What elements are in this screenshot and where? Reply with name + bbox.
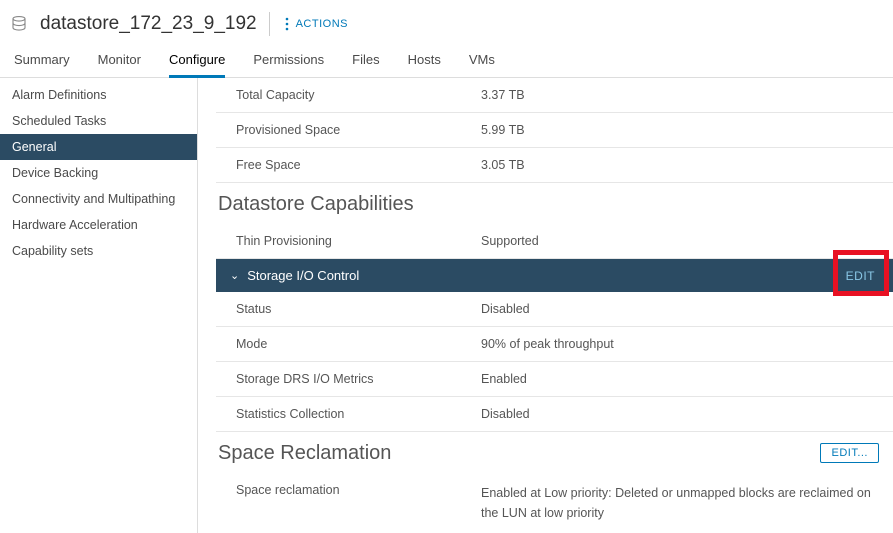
- row-value: 90% of peak throughput: [481, 337, 893, 351]
- table-row: Thin Provisioning Supported: [216, 224, 893, 259]
- sidebar-item-capability-sets[interactable]: Capability sets: [0, 238, 197, 264]
- row-label: Free Space: [216, 158, 481, 172]
- row-value: Supported: [481, 234, 893, 248]
- content-pane: Total Capacity 3.37 TB Provisioned Space…: [198, 78, 893, 533]
- actions-menu[interactable]: ACTIONS: [282, 17, 348, 31]
- row-label: Provisioned Space: [216, 123, 481, 137]
- sidebar-item-alarm-definitions[interactable]: Alarm Definitions: [0, 82, 197, 108]
- row-value: Enabled: [481, 372, 893, 386]
- sidebar: Alarm Definitions Scheduled Tasks Genera…: [0, 78, 198, 533]
- section-title-capabilities: Datastore Capabilities: [216, 183, 893, 224]
- row-label: Total Capacity: [216, 88, 481, 102]
- actions-label: ACTIONS: [296, 18, 348, 30]
- sidebar-item-device-backing[interactable]: Device Backing: [0, 160, 197, 186]
- tab-files[interactable]: Files: [352, 44, 379, 77]
- row-label: Status: [216, 302, 481, 316]
- row-label: Storage DRS I/O Metrics: [216, 372, 481, 386]
- chevron-down-icon: ⌄: [230, 269, 239, 282]
- page-title: datastore_172_23_9_192: [40, 13, 257, 35]
- table-row: Statistics Collection Disabled: [216, 397, 893, 432]
- sidebar-item-scheduled-tasks[interactable]: Scheduled Tasks: [0, 108, 197, 134]
- table-row: Total Capacity 3.37 TB: [216, 78, 893, 113]
- row-value: 3.05 TB: [481, 158, 893, 172]
- row-value: Disabled: [481, 407, 893, 421]
- tab-bar: Summary Monitor Configure Permissions Fi…: [0, 44, 893, 78]
- row-label: Statistics Collection: [216, 407, 481, 421]
- row-value: 5.99 TB: [481, 123, 893, 137]
- table-row: Provisioned Space 5.99 TB: [216, 113, 893, 148]
- tab-monitor[interactable]: Monitor: [98, 44, 141, 77]
- tab-configure[interactable]: Configure: [169, 44, 225, 77]
- page-header: datastore_172_23_9_192 ACTIONS: [0, 0, 893, 44]
- sidebar-item-connectivity[interactable]: Connectivity and Multipathing: [0, 186, 197, 212]
- table-row: Storage DRS I/O Metrics Enabled: [216, 362, 893, 397]
- sioc-header-label: Storage I/O Control: [247, 268, 359, 283]
- divider: [269, 12, 270, 36]
- table-row: Status Disabled: [216, 292, 893, 327]
- storage-io-control-header[interactable]: ⌄ Storage I/O Control EDIT: [216, 259, 893, 292]
- sidebar-item-general[interactable]: General: [0, 134, 197, 160]
- tab-summary[interactable]: Summary: [14, 44, 70, 77]
- row-value: Disabled: [481, 302, 893, 316]
- tab-hosts[interactable]: Hosts: [408, 44, 441, 77]
- table-row: Space reclamation Enabled at Low priorit…: [216, 473, 893, 533]
- row-label: Mode: [216, 337, 481, 351]
- row-value: 3.37 TB: [481, 88, 893, 102]
- row-label: Space reclamation: [216, 483, 481, 523]
- section-title-reclamation: Space Reclamation: [216, 432, 391, 473]
- edit-sioc-button[interactable]: EDIT: [846, 269, 875, 283]
- kebab-icon: [282, 17, 292, 31]
- tab-permissions[interactable]: Permissions: [253, 44, 324, 77]
- table-row: Free Space 3.05 TB: [216, 148, 893, 183]
- row-label: Thin Provisioning: [216, 234, 481, 248]
- edit-reclamation-button[interactable]: EDIT...: [820, 443, 879, 463]
- row-value: Enabled at Low priority: Deleted or unma…: [481, 483, 893, 523]
- tab-vms[interactable]: VMs: [469, 44, 495, 77]
- sidebar-item-hardware-acceleration[interactable]: Hardware Acceleration: [0, 212, 197, 238]
- table-row: Mode 90% of peak throughput: [216, 327, 893, 362]
- datastore-icon: [10, 15, 28, 33]
